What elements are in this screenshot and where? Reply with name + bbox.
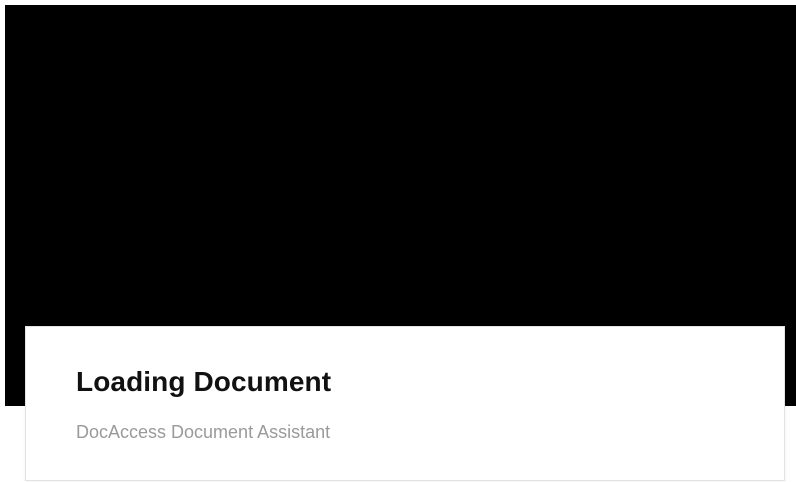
- loading-title: Loading Document: [76, 366, 332, 397]
- app-name-subtitle: DocAccess Document Assistant: [76, 422, 331, 442]
- loading-card: Loading Document DocAccess Document Assi…: [25, 326, 785, 481]
- document-viewer: Loading Document DocAccess Document Assi…: [0, 0, 796, 482]
